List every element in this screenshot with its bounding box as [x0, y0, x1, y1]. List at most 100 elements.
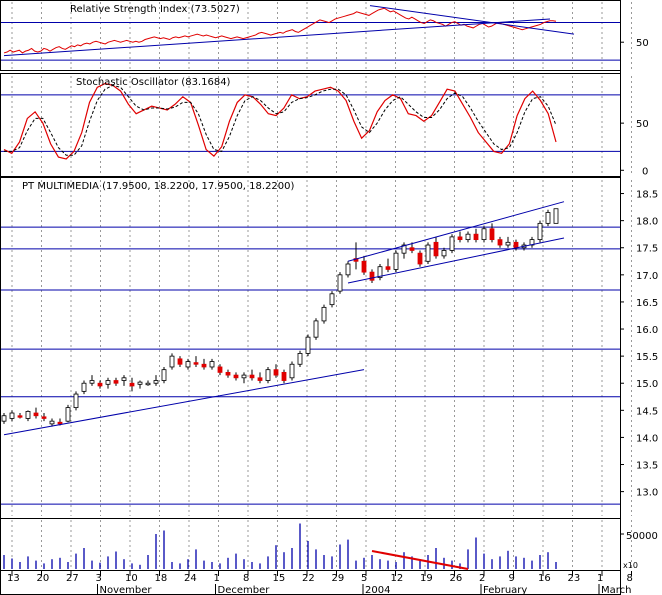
- date-label: 26: [450, 573, 463, 584]
- candle-body: [201, 363, 207, 368]
- candle-body: [369, 271, 375, 281]
- candle-body: [441, 250, 447, 257]
- y-tick-label: 13.5: [636, 461, 658, 472]
- candle-body: [249, 374, 255, 379]
- candle-body: [345, 263, 351, 276]
- date-label: 24: [184, 573, 197, 584]
- candle-body: [457, 236, 463, 241]
- date-label: 23: [568, 573, 581, 584]
- candle-body: [545, 212, 551, 224]
- date-label: 9: [509, 573, 515, 584]
- stock-chart: 13 20 27 3 10 18 24 1 8 15 22 29 5 12 19 26 2 9 16 23 1 8Nove…: [0, 0, 658, 595]
- candle-body: [409, 247, 415, 251]
- candle-body: [513, 241, 519, 249]
- candle-body: [137, 381, 143, 385]
- date-label: 8: [243, 573, 249, 584]
- y-tick-label: 17.0: [636, 271, 658, 282]
- y-tick-label: 0: [642, 166, 648, 177]
- candle-body: [313, 320, 319, 338]
- candle-body: [449, 236, 455, 251]
- volume-tick-label: 50000: [626, 531, 658, 542]
- candle-body: [217, 366, 223, 373]
- volume-unit-label: x10: [623, 561, 638, 570]
- candle-body: [473, 233, 479, 241]
- candle-body: [73, 393, 79, 409]
- candle-body: [337, 274, 343, 292]
- candle-body: [81, 382, 87, 392]
- candle-body: [57, 421, 63, 425]
- y-tick-label: 18.0: [636, 217, 658, 228]
- date-label: 5: [361, 573, 367, 584]
- y-tick-label: 14.0: [636, 433, 658, 444]
- candle-body: [65, 407, 71, 422]
- y-tick-label: 50: [636, 119, 649, 130]
- y-tick-label: 18.5: [636, 190, 658, 201]
- candle-body: [193, 362, 199, 365]
- candle-body: [273, 369, 279, 376]
- date-label: 19: [420, 573, 433, 584]
- month-label: March: [601, 585, 631, 595]
- candle-body: [537, 222, 543, 241]
- y-tick-label: 15.5: [636, 352, 658, 363]
- date-label: 18: [155, 573, 168, 584]
- candle-body: [41, 416, 47, 419]
- candle-body: [385, 266, 391, 270]
- date-label: 1: [214, 573, 220, 584]
- month-label: 2004: [365, 585, 390, 595]
- candle-body: [97, 382, 103, 387]
- candle-body: [169, 355, 175, 368]
- volume-panel: [0, 518, 621, 571]
- candle-body: [25, 411, 31, 419]
- rsi-title: Relative Strength Index (73.5027): [70, 4, 240, 15]
- candle-body: [161, 369, 167, 381]
- date-label: 2: [479, 573, 485, 584]
- y-tick-label: 14.5: [636, 406, 658, 417]
- date-label: 20: [37, 573, 50, 584]
- date-label: 10: [125, 573, 138, 584]
- candle-body: [305, 336, 311, 354]
- candle-body: [361, 260, 367, 273]
- candle-body: [225, 371, 231, 376]
- candle-body: [289, 363, 295, 379]
- candle-body: [89, 380, 95, 384]
- y-tick-label: 17.5: [636, 244, 658, 255]
- date-label: 1: [597, 573, 603, 584]
- candle-body: [417, 252, 423, 265]
- candle-body: [185, 361, 191, 368]
- y-tick-label: 15.0: [636, 379, 658, 390]
- candle-body: [329, 293, 335, 306]
- candle-body: [505, 241, 511, 246]
- date-label: 29: [332, 573, 345, 584]
- candle-body: [209, 361, 215, 368]
- candle-body: [129, 382, 135, 387]
- stochastic-panel: [0, 73, 621, 177]
- candle-body: [321, 306, 327, 322]
- date-label: 16: [538, 573, 551, 584]
- candle-body: [241, 374, 247, 379]
- candle-body: [489, 228, 495, 241]
- month-label: November: [100, 585, 153, 595]
- candle-body: [265, 369, 271, 381]
- y-tick-label: 16.0: [636, 325, 658, 336]
- y-tick-label: 13.0: [636, 488, 658, 499]
- candle-body: [33, 412, 39, 417]
- candle-body: [281, 371, 287, 381]
- candle-body: [105, 380, 111, 385]
- candle-body: [1, 415, 7, 422]
- candle-body: [121, 377, 127, 381]
- price-title: PT MULTIMEDIA (17.9500, 18.2200, 17.9500…: [22, 181, 295, 192]
- month-label: February: [483, 585, 527, 595]
- candle-body: [553, 208, 559, 224]
- date-label: 3: [96, 573, 102, 584]
- candle-body: [17, 415, 23, 418]
- candle-body: [153, 380, 159, 384]
- candle-body: [233, 374, 239, 379]
- date-label: 12: [391, 573, 404, 584]
- stochastic-title: Stochastic Oscillator (83.1684): [76, 77, 231, 88]
- candle-body: [49, 420, 55, 425]
- candle-body: [425, 244, 431, 262]
- candle-body: [393, 252, 399, 270]
- candle-body: [497, 239, 503, 246]
- candle-body: [481, 228, 487, 241]
- candle-body: [9, 412, 15, 419]
